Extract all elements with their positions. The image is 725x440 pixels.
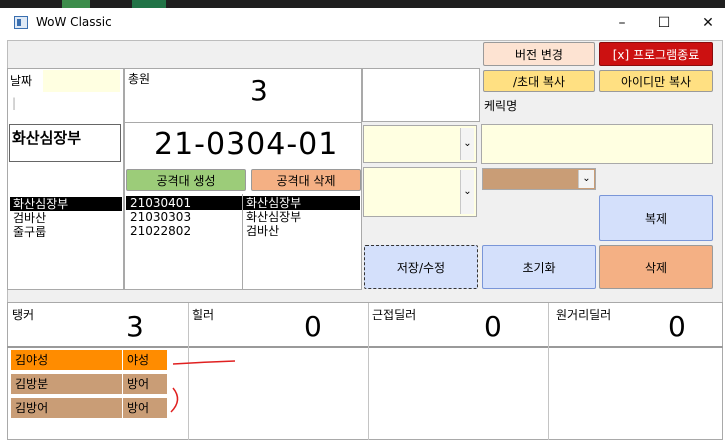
- version-change-button[interactable]: 버전 변경: [483, 42, 595, 66]
- tank-list[interactable]: 김야성 야성 김방분 방어 김방어 방어: [11, 350, 167, 418]
- tank-name: 김방분: [11, 374, 123, 394]
- role-label-tank: 탱커: [12, 308, 35, 322]
- save-edit-button[interactable]: 저장/수정: [364, 245, 478, 289]
- tank-spec: 방어: [127, 401, 150, 415]
- combo-box-2[interactable]: ⌄: [363, 167, 477, 217]
- excel-icon[interactable]: [132, 0, 166, 8]
- close-button[interactable]: ✕: [686, 10, 725, 38]
- table-row[interactable]: 김방분 방어: [11, 374, 167, 394]
- list-item[interactable]: 검바산: [10, 211, 122, 225]
- window-title: WoW Classic: [36, 15, 112, 29]
- class-combo[interactable]: ⌄: [482, 168, 596, 190]
- list-item[interactable]: 줄구룹: [10, 225, 122, 239]
- table-row[interactable]: 김방어 방어: [11, 398, 167, 418]
- annotation-underline: [172, 360, 236, 365]
- tank-name: 김야성: [11, 350, 123, 370]
- role-label-melee: 근접딜러: [372, 308, 417, 322]
- raid-id-list[interactable]: 21030401 21030303 21022802: [127, 196, 241, 238]
- date-label: 날짜: [10, 74, 33, 88]
- tank-spec: 방어: [127, 377, 150, 391]
- chevron-down-icon[interactable]: ⌄: [460, 170, 474, 214]
- divider: [124, 122, 362, 123]
- chevron-down-icon[interactable]: ⌄: [460, 128, 474, 160]
- tank-name: 김방어: [11, 398, 123, 418]
- list-item[interactable]: 화산심장부: [243, 196, 359, 210]
- role-count-ranged: 0: [668, 310, 686, 343]
- annotation-bracket: [170, 387, 179, 413]
- delete-raid-button[interactable]: 공격대 삭제: [251, 169, 361, 191]
- id-copy-button[interactable]: 아이디만 복사: [599, 70, 713, 92]
- role-count-healer: 0: [304, 310, 322, 343]
- role-label-healer: 힐러: [192, 308, 215, 322]
- divider: [548, 303, 549, 440]
- list-item[interactable]: 21022802: [127, 224, 241, 238]
- raid-code: 21-0304-01: [154, 127, 339, 162]
- character-name-input[interactable]: [481, 124, 713, 164]
- list-item[interactable]: 21030401: [127, 196, 241, 210]
- taskbar-strip: [0, 0, 725, 8]
- list-item[interactable]: 화산심장부: [10, 197, 122, 211]
- members-label: 총원: [128, 72, 151, 86]
- combo-box-1[interactable]: ⌄: [363, 125, 477, 163]
- raid-name-list[interactable]: 화산심장부 화산심장부 검바산: [243, 196, 359, 238]
- duplicate-button[interactable]: 복제: [599, 195, 713, 241]
- chevron-down-icon[interactable]: ⌄: [578, 170, 594, 188]
- tank-spec: 야성: [127, 353, 150, 367]
- list-item[interactable]: 화산심장부: [243, 210, 359, 224]
- reset-button[interactable]: 초기화: [482, 245, 596, 289]
- list-item[interactable]: 21030303: [127, 210, 241, 224]
- left-panel: [7, 68, 124, 290]
- list-item[interactable]: 검바산: [243, 224, 359, 238]
- role-count-melee: 0: [484, 310, 502, 343]
- invite-copy-button[interactable]: /초대 복사: [483, 70, 595, 92]
- delete-button[interactable]: 삭제: [599, 245, 713, 289]
- raid-leader-box: 화산심장부: [9, 124, 121, 162]
- annotation-marks: [170, 360, 236, 413]
- date-sub-marker: |: [12, 96, 17, 110]
- dungeon-list[interactable]: 화산심장부 검바산 줄구룹: [10, 197, 122, 239]
- create-raid-button[interactable]: 공격대 생성: [126, 169, 246, 191]
- minimize-button[interactable]: –: [600, 10, 644, 38]
- taskbar-app-icon[interactable]: [62, 0, 90, 8]
- members-count: 3: [250, 74, 268, 107]
- date-field[interactable]: [43, 70, 120, 92]
- role-header-divider: [7, 346, 723, 348]
- right-empty-panel: [362, 68, 480, 122]
- character-name-label: 케릭명: [484, 99, 518, 113]
- role-label-ranged: 원거리딜러: [556, 308, 612, 322]
- app-icon: [14, 16, 28, 29]
- table-row[interactable]: 김야성 야성: [11, 350, 167, 370]
- role-count-tank: 3: [126, 310, 144, 343]
- exit-program-button[interactable]: [x] 프로그램종료: [599, 42, 713, 66]
- divider: [368, 303, 369, 440]
- maximize-button[interactable]: ☐: [642, 10, 686, 38]
